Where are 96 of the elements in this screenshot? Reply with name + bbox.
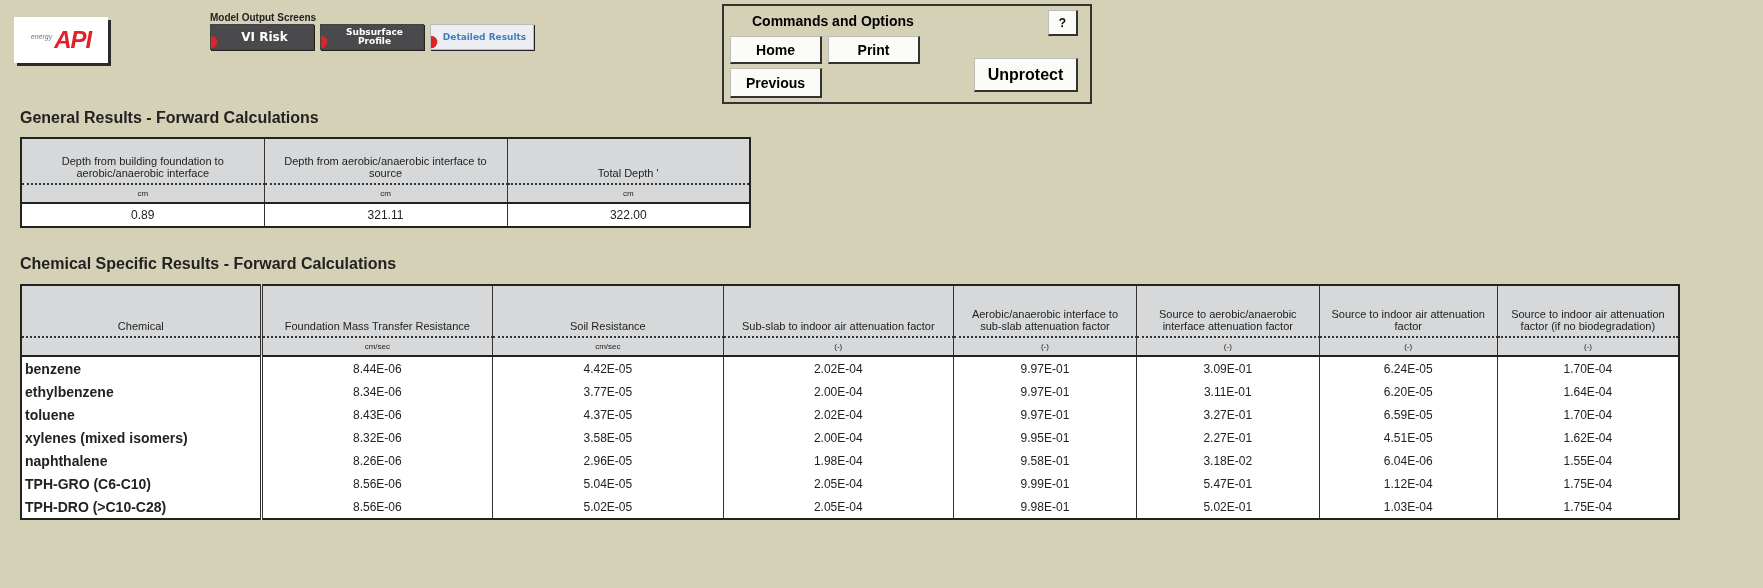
chemical-name: TPH-DRO (>C10-C28) [21,495,262,519]
table-cell: 5.04E-05 [492,472,724,495]
table-cell: 9.97E-01 [953,403,1137,426]
table-cell: 2.02E-04 [723,356,954,380]
screen-tab[interactable]: Subsurface Profile [320,24,424,50]
column-header: Soil Resistance [492,285,724,337]
column-header: Chemical [21,285,262,337]
chemical-name: toluene [21,403,262,426]
unit-cell: (-) [1136,337,1320,356]
table-cell: 8.56E-06 [261,495,493,519]
screen-tab[interactable]: VI Risk [210,24,314,50]
command-button[interactable]: Home [730,36,822,64]
logo-name: API [54,26,92,54]
column-header: Total Depth ' [507,138,750,184]
unit-cell: cm [507,184,750,203]
unit-cell: (-) [723,337,954,356]
table-cell: 2.02E-04 [723,403,954,426]
table-cell: 9.97E-01 [953,380,1137,403]
unit-cell: cm [21,184,264,203]
tab-marker-icon [431,35,440,49]
column-header: Source to indoor air attenuation factor [1319,285,1498,337]
table-cell: 8.56E-06 [261,472,493,495]
help-button[interactable]: ? [1048,10,1078,36]
table-cell: 0.89 [21,203,264,227]
table-cell: 1.75E-04 [1497,472,1679,495]
chemical-name: ethylbenzene [21,380,262,403]
section-title: General Results - Forward Calculations [20,108,320,128]
chemical-name: xylenes (mixed isomers) [21,426,262,449]
unit-cell: cm/sec [261,337,493,356]
table-cell: 9.99E-01 [953,472,1137,495]
table-cell: 1.70E-04 [1497,356,1679,380]
column-header: Sub-slab to indoor air attenuation factor [723,285,954,337]
table-cell: 2.00E-04 [723,380,954,403]
table-cell: 5.02E-01 [1136,495,1320,519]
table-cell: 6.20E-05 [1319,380,1498,403]
table-cell: 6.24E-05 [1319,356,1498,380]
column-header: Aerobic/anaerobic interface to sub-slab attenuation factor [953,285,1137,337]
table-cell: 3.77E-05 [492,380,724,403]
tab-marker-icon [211,35,220,49]
table-cell: 3.27E-01 [1136,403,1320,426]
table-cell: 1.62E-04 [1497,426,1679,449]
chemical-name: naphthalene [21,449,262,472]
column-header: Source to indoor air attenuation factor (if no biodegradation) [1497,285,1679,337]
table-cell: 8.34E-06 [261,380,493,403]
unit-cell: cm/sec [492,337,724,356]
unit-cell: cm [264,184,507,203]
unit-cell: (-) [953,337,1137,356]
table-cell: 2.27E-01 [1136,426,1320,449]
table-cell: 3.09E-01 [1136,356,1320,380]
table-cell: 9.95E-01 [953,426,1137,449]
table-cell: 1.98E-04 [723,449,954,472]
table-cell: 1.75E-04 [1497,495,1679,519]
command-button[interactable]: Print [828,36,920,64]
table-cell: 2.00E-04 [723,426,954,449]
column-header: Source to aerobic/anaerobic interface attenuation factor [1136,285,1320,337]
table-cell: 2.96E-05 [492,449,724,472]
table-cell: 4.51E-05 [1319,426,1498,449]
table-cell: 9.58E-01 [953,449,1137,472]
table-cell: 8.32E-06 [261,426,493,449]
section-title: Chemical Specific Results - Forward Calculations [20,254,398,274]
table-cell: 4.37E-05 [492,403,724,426]
table-cell: 322.00 [507,203,750,227]
table-cell: 6.04E-06 [1319,449,1498,472]
nav-title: Model Output Screens [210,12,318,23]
table-cell: 1.64E-04 [1497,380,1679,403]
chemical-name: TPH-GRO (C6-C10) [21,472,262,495]
table-cell: 1.55E-04 [1497,449,1679,472]
table-cell: 8.43E-06 [261,403,493,426]
unit-cell: (-) [1497,337,1679,356]
command-button[interactable]: Unprotect [974,58,1078,92]
table-cell: 2.05E-04 [723,495,954,519]
table-cell: 9.97E-01 [953,356,1137,380]
table-cell: 1.03E-04 [1319,495,1498,519]
table-cell: 5.02E-05 [492,495,724,519]
table-cell: 6.59E-05 [1319,403,1498,426]
table-cell: 4.42E-05 [492,356,724,380]
table-cell: 3.11E-01 [1136,380,1320,403]
chemical-name: benzene [21,356,262,380]
table-cell: 5.47E-01 [1136,472,1320,495]
screen-tab[interactable]: Detailed Results [430,24,534,50]
table-cell: 8.26E-06 [261,449,493,472]
table-cell: 1.12E-04 [1319,472,1498,495]
command-button[interactable]: Previous [730,68,822,98]
table-cell: 2.05E-04 [723,472,954,495]
commands-title: Commands and Options [751,13,915,29]
table-cell: 8.44E-06 [261,356,493,380]
table-cell: 9.98E-01 [953,495,1137,519]
column-header: Foundation Mass Transfer Resistance [261,285,493,337]
column-header: Depth from building foundation to aerobic/anaerobic interface [21,138,264,184]
tab-marker-icon [321,35,330,49]
unit-cell: (-) [1319,337,1498,356]
table-cell: 3.58E-05 [492,426,724,449]
table-cell: 1.70E-04 [1497,403,1679,426]
table-cell: 321.11 [264,203,507,227]
column-header: Depth from aerobic/anaerobic interface to source [264,138,507,184]
table-cell: 3.18E-02 [1136,449,1320,472]
